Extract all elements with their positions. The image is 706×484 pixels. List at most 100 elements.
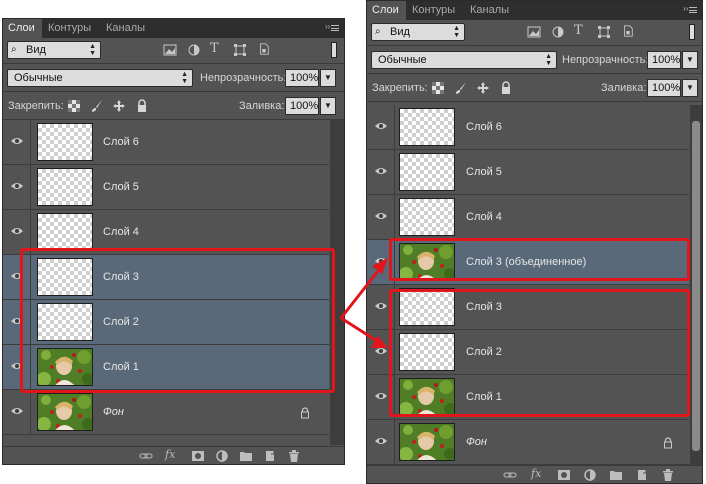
eye-icon — [11, 408, 23, 414]
fill-field[interactable]: 100% — [647, 79, 681, 97]
layer-row[interactable]: Слой 5 — [367, 150, 689, 195]
smart-object-filter-icon[interactable] — [621, 25, 635, 37]
scrollbar-thumb[interactable] — [692, 121, 700, 451]
layer-thumbnail — [399, 153, 455, 191]
layer-row[interactable]: Фон — [3, 390, 329, 435]
type-filter-icon[interactable]: T — [574, 23, 583, 38]
new-group-icon[interactable] — [609, 468, 623, 482]
tab-channels[interactable]: Каналы — [101, 19, 150, 38]
new-adjustment-layer-icon[interactable] — [583, 468, 597, 482]
layer-row[interactable]: Слой 6 — [3, 120, 329, 165]
search-icon: ⌕ — [11, 44, 17, 55]
dropdown-arrows-icon: ▲ ▼ — [181, 71, 188, 85]
adjustment-filter-icon[interactable] — [551, 26, 565, 38]
add-mask-icon[interactable] — [557, 468, 571, 482]
scrollbar[interactable] — [690, 105, 702, 465]
trash-icon[interactable] — [661, 468, 675, 482]
layer-name: Фон — [466, 436, 487, 448]
smart-object-filter-icon[interactable] — [257, 43, 271, 55]
layer-thumbnail — [37, 168, 93, 206]
opacity-arrow-button[interactable]: ▼ — [682, 51, 698, 69]
fill-arrow-button[interactable]: ▼ — [320, 97, 336, 115]
filter-kind-value: Вид — [26, 44, 46, 56]
fill-arrow-button[interactable]: ▼ — [682, 79, 698, 97]
layer-thumbnail — [37, 393, 93, 431]
panel-tabs: Слои Контуры Каналы ›› — [367, 1, 702, 20]
lock-position-icon[interactable] — [112, 99, 126, 113]
lock-label: Закрепить: — [372, 82, 428, 94]
opacity-label: Непрозрачность: — [200, 72, 287, 84]
visibility-toggle[interactable] — [3, 165, 31, 210]
layer-row[interactable]: Слой 4 — [367, 195, 689, 240]
eye-icon — [375, 258, 387, 264]
filter-toggle-switch[interactable] — [689, 24, 695, 40]
layer-name: Слой 4 — [466, 211, 502, 223]
tab-paths[interactable]: Контуры — [43, 19, 96, 38]
trash-icon[interactable] — [287, 449, 301, 463]
lock-image-pixels-icon[interactable] — [454, 81, 468, 95]
layer-lock-icon — [664, 437, 672, 449]
new-adjustment-layer-icon[interactable] — [215, 449, 229, 463]
dropdown-arrows-icon: ▲ ▼ — [89, 43, 96, 57]
layer-style-icon[interactable]: fx — [531, 467, 541, 480]
opacity-arrow-button[interactable]: ▼ — [320, 69, 336, 87]
new-layer-icon[interactable] — [635, 468, 649, 482]
visibility-toggle[interactable] — [3, 390, 31, 435]
lock-image-pixels-icon[interactable] — [90, 99, 104, 113]
layer-style-icon[interactable]: fx — [165, 448, 175, 461]
panel-tabs: Слои Контуры Каналы ›› — [3, 19, 344, 38]
eye-icon — [375, 213, 387, 219]
add-mask-icon[interactable] — [191, 449, 205, 463]
layer-lock-icon — [301, 407, 309, 419]
layer-row[interactable]: Слой 5 — [3, 165, 329, 210]
opacity-field[interactable]: 100% — [647, 51, 681, 69]
layer-name: Слой 5 — [466, 166, 502, 178]
visibility-toggle[interactable] — [367, 195, 395, 240]
opacity-field[interactable]: 100% — [285, 69, 319, 87]
visibility-toggle[interactable] — [367, 105, 395, 150]
visibility-toggle[interactable] — [367, 420, 395, 465]
filter-kind-dropdown[interactable]: ⌕ Вид ▲ ▼ — [7, 41, 101, 59]
visibility-toggle[interactable] — [367, 150, 395, 195]
filter-kind-dropdown[interactable]: ⌕ Вид ▲ ▼ — [371, 23, 465, 41]
opacity-label: Непрозрачность: — [562, 54, 649, 66]
eye-icon — [375, 438, 387, 444]
pixel-filter-icon[interactable] — [163, 44, 177, 56]
filter-toggle-switch[interactable] — [331, 42, 337, 58]
lock-all-icon[interactable] — [135, 99, 149, 113]
tab-paths[interactable]: Контуры — [407, 1, 460, 20]
eye-icon — [375, 303, 387, 309]
layer-thumbnail — [37, 213, 93, 251]
layer-thumbnail — [37, 123, 93, 161]
shape-filter-icon[interactable] — [233, 44, 247, 56]
panel-menu-icon[interactable]: ›› — [325, 22, 339, 34]
layer-row[interactable]: Фон — [367, 420, 689, 465]
search-icon: ⌕ — [375, 26, 381, 37]
layer-name: Фон — [103, 406, 124, 418]
layer-row[interactable]: Слой 6 — [367, 105, 689, 150]
visibility-toggle[interactable] — [3, 120, 31, 165]
blend-mode-dropdown[interactable]: Обычные ▲ ▼ — [371, 51, 557, 69]
fill-field[interactable]: 100% — [285, 97, 319, 115]
blend-mode-dropdown[interactable]: Обычные ▲ ▼ — [7, 69, 193, 87]
eye-icon — [375, 348, 387, 354]
blend-mode-value: Обычные — [378, 54, 427, 66]
link-layers-icon[interactable] — [503, 468, 517, 482]
pixel-filter-icon[interactable] — [527, 26, 541, 38]
panel-menu-icon[interactable]: ›› — [683, 4, 697, 16]
tab-layers[interactable]: Слои — [367, 1, 406, 20]
link-layers-icon[interactable] — [139, 449, 153, 463]
lock-all-icon[interactable] — [499, 81, 513, 95]
lock-transparent-pixels-icon[interactable] — [431, 81, 445, 95]
tab-layers[interactable]: Слои — [3, 19, 42, 38]
type-filter-icon[interactable]: T — [210, 41, 219, 56]
tab-channels[interactable]: Каналы — [465, 1, 514, 20]
lock-position-icon[interactable] — [476, 81, 490, 95]
lock-transparent-pixels-icon[interactable] — [67, 99, 81, 113]
dropdown-arrows-icon: ▲ ▼ — [453, 25, 460, 39]
adjustment-filter-icon[interactable] — [187, 44, 201, 56]
new-layer-icon[interactable] — [263, 449, 277, 463]
highlight-merged-layer — [389, 238, 690, 281]
new-group-icon[interactable] — [239, 449, 253, 463]
shape-filter-icon[interactable] — [597, 26, 611, 38]
